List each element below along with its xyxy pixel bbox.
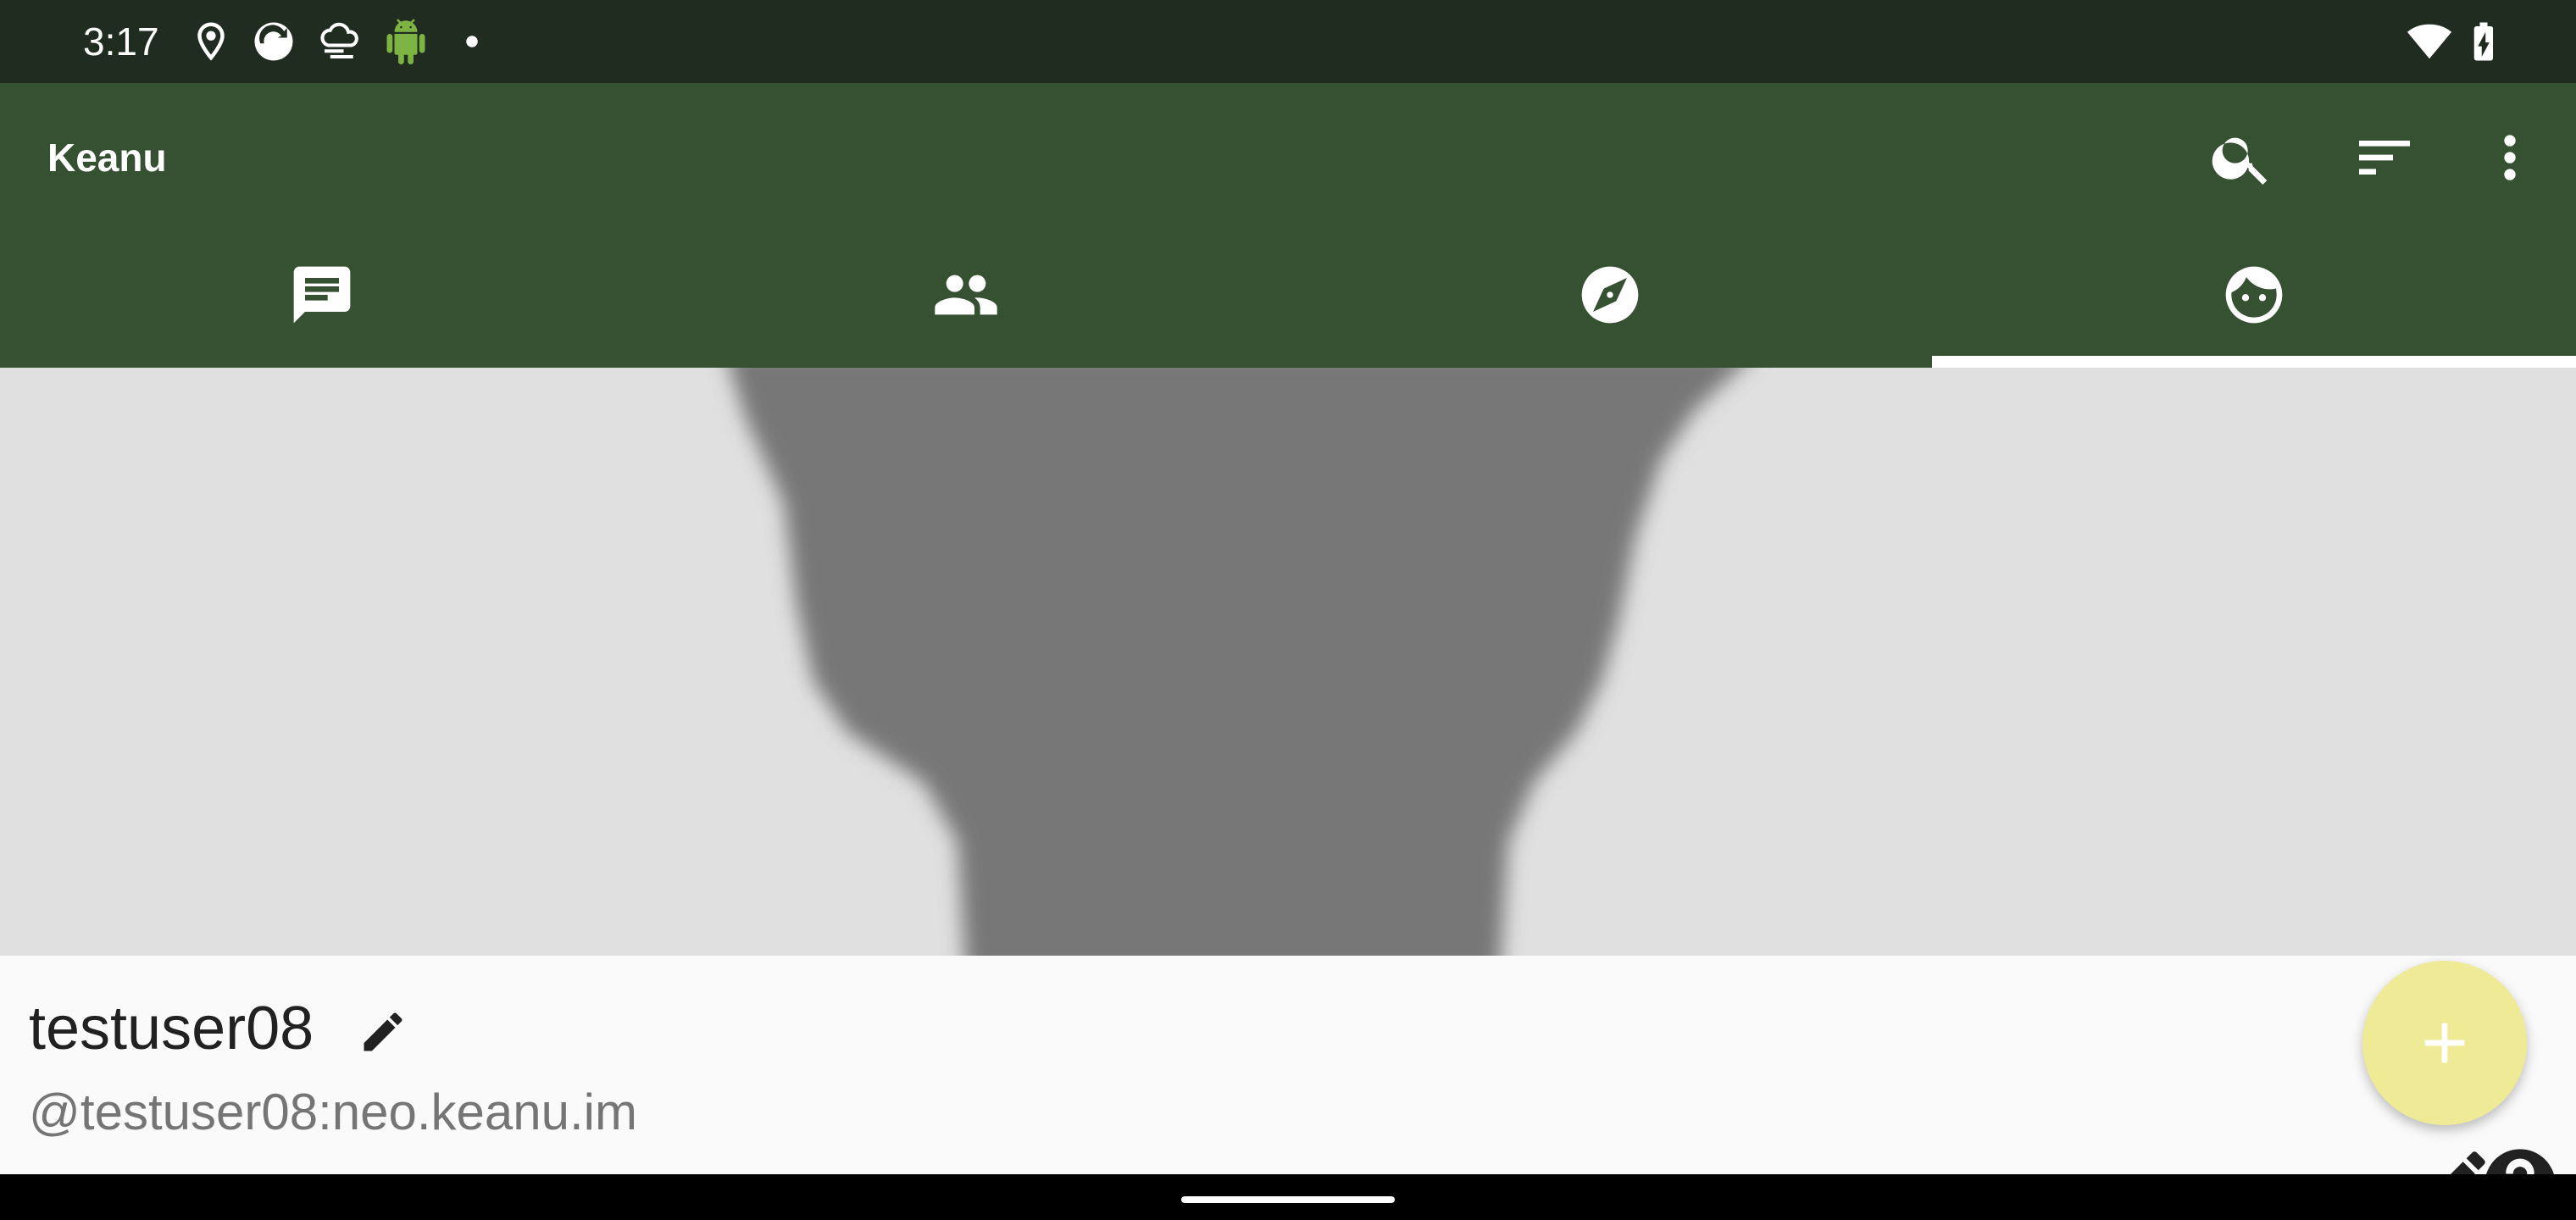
display-name: testuser08 <box>29 995 314 1062</box>
notification-dot-icon <box>466 36 478 47</box>
battery-charging-icon <box>2473 22 2494 61</box>
sort-icon[interactable] <box>2351 124 2418 191</box>
tab-contacts[interactable] <box>644 237 1288 368</box>
add-fab-button[interactable] <box>2362 961 2527 1125</box>
status-time: 3:17 <box>83 19 159 64</box>
face-icon <box>2225 266 2283 324</box>
sync-app-icon <box>254 22 293 61</box>
add-icon <box>2424 1023 2465 1063</box>
avatar-silhouette <box>730 368 1740 956</box>
tab-indicator <box>1932 356 2576 368</box>
profile-info: testuser08 @testuser08:neo.keanu.im <box>0 956 2576 1174</box>
more-vert-icon[interactable] <box>2476 124 2544 191</box>
tab-profile[interactable] <box>1932 237 2576 368</box>
people-icon <box>935 274 997 315</box>
explore-icon <box>1581 266 1639 324</box>
tab-explore[interactable] <box>1288 237 1932 368</box>
search-icon[interactable] <box>2208 124 2276 191</box>
status-bar: 3:17 <box>0 0 2576 83</box>
chat-icon <box>293 266 351 324</box>
app-bar: Keanu <box>0 83 2576 368</box>
wifi-icon <box>2407 24 2452 59</box>
app-title: Keanu <box>47 136 167 180</box>
edit-name-icon[interactable] <box>358 1006 408 1057</box>
weather-icon <box>320 22 358 59</box>
home-gesture-handle[interactable] <box>1181 1196 1395 1203</box>
system-nav-bar <box>0 1174 2576 1220</box>
profile-cover-image[interactable] <box>0 368 2576 956</box>
location-icon <box>197 22 225 61</box>
android-icon <box>386 19 425 64</box>
tab-chats[interactable] <box>0 237 644 368</box>
user-id: @testuser08:neo.keanu.im <box>29 1084 637 1140</box>
help-icon[interactable] <box>2478 1142 2562 1174</box>
